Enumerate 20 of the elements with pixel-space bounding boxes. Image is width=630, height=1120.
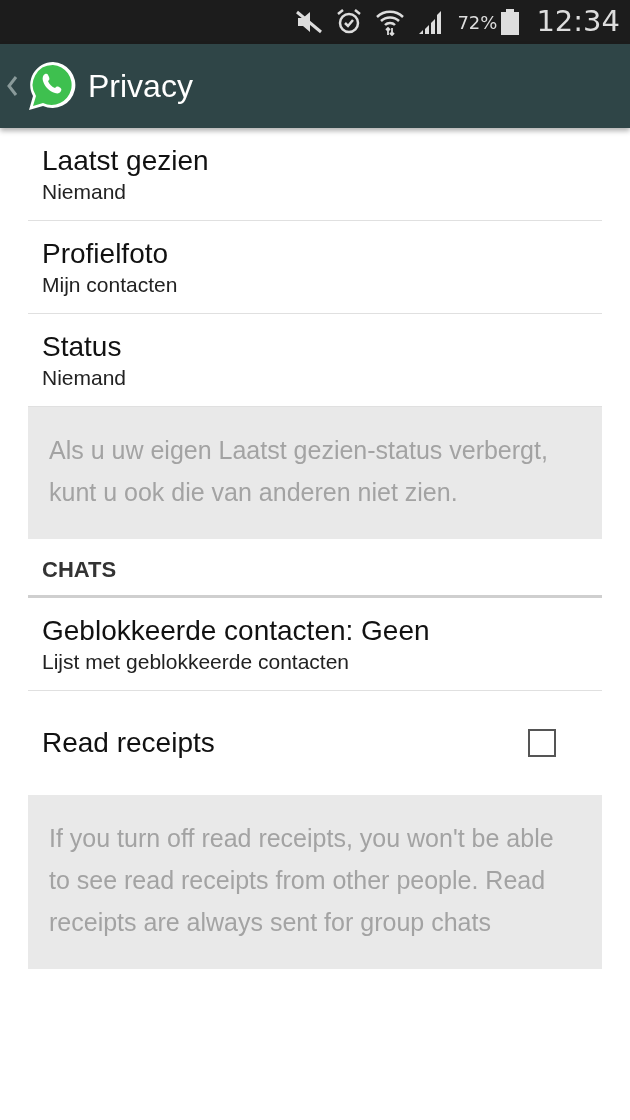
setting-title: Geblokkeerde contacten: Geen <box>42 614 431 648</box>
setting-subtitle: Niemand <box>42 365 128 391</box>
section-header: CHATS <box>42 556 118 584</box>
setting-subtitle: Niemand <box>42 179 128 205</box>
wifi-icon <box>375 8 406 36</box>
battery-percent: 72% <box>457 10 498 35</box>
back-chevron-icon <box>6 75 18 97</box>
setting-title: Read receipts <box>42 726 215 760</box>
info-text: If you turn off read receipts, you won't be able to see read receipts from other people. Read receipts are always sent for group chats <box>49 823 555 938</box>
setting-title: Laatst gezien <box>42 144 210 178</box>
setting-subtitle: Mijn contacten <box>42 272 179 298</box>
screen-title: Privacy <box>88 67 193 106</box>
setting-title: Profielfoto <box>42 237 170 271</box>
battery-icon <box>500 8 521 36</box>
setting-subtitle: Lijst met geblokkeerde contacten <box>42 649 350 675</box>
mute-icon <box>295 9 324 35</box>
clock: 12:34 <box>536 3 620 41</box>
info-text: Als u uw eigen Laatst gezien-status verbergt, kunt u ook die van anderen niet zien. <box>49 435 549 508</box>
setting-title: Status <box>42 330 123 364</box>
checkbox[interactable] <box>528 729 556 757</box>
